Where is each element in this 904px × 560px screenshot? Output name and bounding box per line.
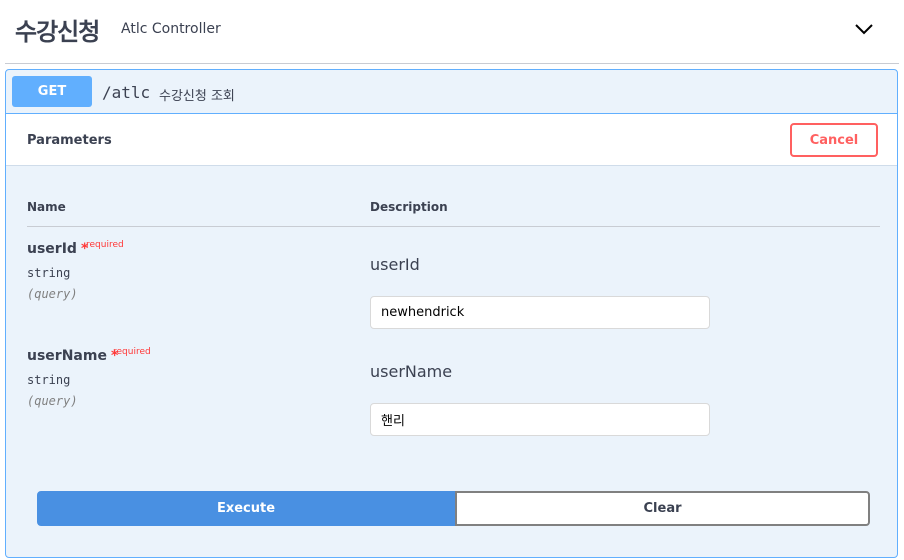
required-label: required (113, 347, 151, 357)
cancel-button[interactable]: Cancel (790, 123, 878, 157)
operation-summary-text: 수강신청 조회 (159, 89, 235, 104)
param-name: userName * (27, 348, 119, 364)
execute-button[interactable]: Execute (37, 491, 455, 526)
param-description: userId (370, 255, 420, 274)
chevron-down-icon[interactable] (852, 18, 876, 40)
tag-description: Atlc Controller (121, 21, 221, 37)
operation-block: GET /atlc 수강신청 조회 Parameters Cancel Name… (5, 69, 898, 558)
method-badge: GET (12, 76, 92, 107)
operation-summary[interactable]: GET /atlc 수강신청 조회 (6, 70, 897, 114)
param-location: (query) (27, 394, 78, 408)
param-location: (query) (27, 287, 78, 301)
column-header-description: Description (370, 200, 448, 214)
userId-input[interactable] (370, 296, 710, 329)
param-description: userName (370, 362, 453, 381)
column-header-name: Name (27, 200, 66, 214)
param-type: string (27, 266, 71, 280)
clear-button[interactable]: Clear (455, 491, 870, 526)
action-buttons: Execute Clear (37, 491, 870, 526)
parameters-title: Parameters (27, 133, 112, 148)
tag-title: 수강신청 (15, 18, 100, 46)
header-divider (27, 226, 880, 227)
userName-input[interactable] (370, 403, 710, 436)
param-name: userId * (27, 241, 89, 257)
required-label: required (86, 240, 124, 250)
parameters-header: Parameters Cancel (6, 114, 897, 166)
param-type: string (27, 373, 71, 387)
page-edge (898, 69, 904, 560)
tag-header[interactable]: 수강신청 Atlc Controller (0, 0, 904, 62)
tag-divider (5, 63, 899, 64)
operation-path: /atlc (102, 83, 151, 102)
